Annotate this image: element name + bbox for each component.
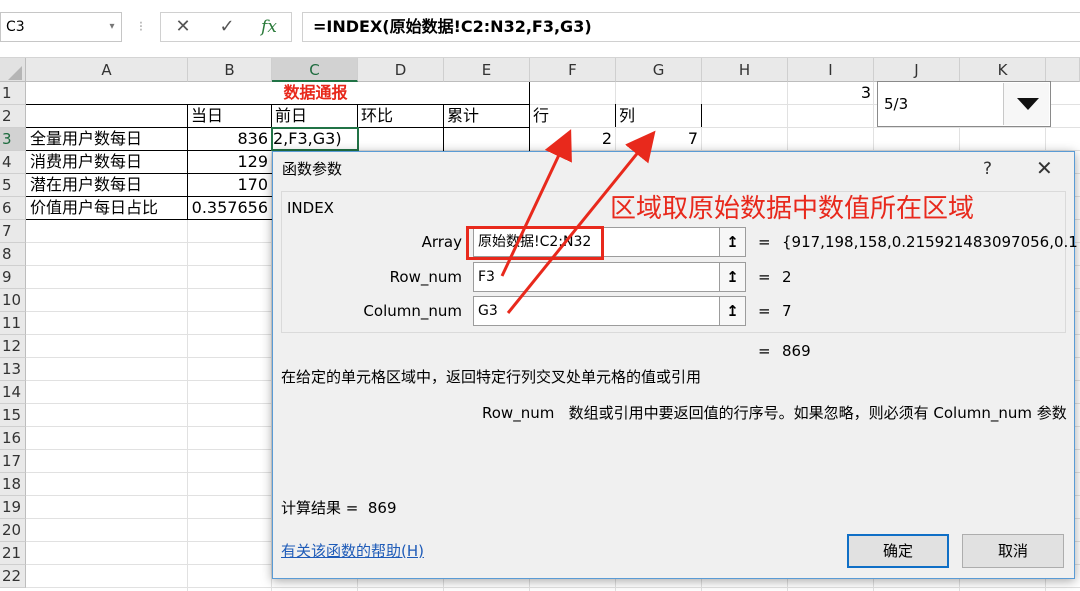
- argument-help: Row_num 数组或引用中要返回值的行序号。如果忽略，则必须有 Column_…: [482, 403, 1067, 423]
- cell-i1[interactable]: 3: [788, 82, 874, 104]
- calc-label: 计算结果 =: [281, 499, 359, 517]
- row-header-2[interactable]: 2: [0, 105, 26, 128]
- function-description: 在给定的单元格区域中，返回特定行列交叉处单元格的值或引用: [281, 368, 702, 386]
- cell-b2[interactable]: 当日: [188, 105, 271, 127]
- select-all-icon: [8, 66, 22, 80]
- cell-b3[interactable]: 836: [188, 128, 271, 150]
- column-header-c[interactable]: C: [272, 58, 358, 82]
- insert-function-icon[interactable]: fx: [249, 13, 289, 41]
- column-header-h[interactable]: H: [702, 58, 788, 82]
- row-header-13[interactable]: 13: [0, 358, 26, 381]
- column-num-collapse-icon[interactable]: ↥: [719, 296, 746, 326]
- confirm-entry-icon[interactable]: ✓: [207, 13, 247, 41]
- cell-c2[interactable]: 前日: [272, 105, 357, 127]
- table-border: [26, 219, 272, 220]
- row-header-15[interactable]: 15: [0, 404, 26, 427]
- row-num-result: 2: [782, 268, 792, 286]
- cell-b6[interactable]: 0.357656: [188, 197, 271, 219]
- argument-description: 数组或引用中要返回值的行序号。如果忽略，则必须有 Column_num 参数: [568, 404, 1067, 422]
- row-header-8[interactable]: 8: [0, 243, 26, 266]
- row-header-3[interactable]: 3: [0, 128, 26, 151]
- array-label: Array: [421, 233, 462, 251]
- column-num-input[interactable]: G3: [473, 296, 720, 326]
- column-header-d[interactable]: D: [358, 58, 444, 82]
- cell-e2[interactable]: 累计: [444, 105, 529, 127]
- cell-g2[interactable]: 列: [616, 105, 701, 127]
- row-header-19[interactable]: 19: [0, 496, 26, 519]
- column-header-i[interactable]: I: [788, 58, 874, 82]
- triangle-down-icon: [1017, 98, 1039, 110]
- row-header-12[interactable]: 12: [0, 335, 26, 358]
- ok-button[interactable]: 确定: [847, 534, 949, 568]
- formula-bar-separator: ⁝: [138, 19, 144, 35]
- row-num-label: Row_num: [389, 268, 462, 286]
- row-header-7[interactable]: 7: [0, 220, 26, 243]
- cell-f2[interactable]: 行: [530, 105, 615, 127]
- row-num-collapse-icon[interactable]: ↥: [719, 262, 746, 292]
- name-box-dropdown-icon[interactable]: ▾: [104, 12, 120, 42]
- column-header-e[interactable]: E: [444, 58, 530, 82]
- cell-d2[interactable]: 环比: [358, 105, 443, 127]
- gridline: [26, 587, 1080, 588]
- column-header-f[interactable]: F: [530, 58, 616, 82]
- equals-sign: =: [758, 268, 771, 286]
- row-header-4[interactable]: 4: [0, 151, 26, 174]
- column-header-k[interactable]: K: [960, 58, 1046, 82]
- formula-buttons: ✕ ✓ fx: [160, 12, 292, 42]
- function-help-link[interactable]: 有关该函数的帮助(H): [281, 541, 424, 561]
- active-cell-outline: [271, 127, 359, 151]
- row-header-16[interactable]: 16: [0, 427, 26, 450]
- cancel-button[interactable]: 取消: [962, 534, 1064, 568]
- cell-g3[interactable]: 7: [616, 128, 701, 150]
- column-num-label: Column_num: [363, 302, 462, 320]
- cell-a4[interactable]: 消费用户数每日: [27, 151, 187, 173]
- row-num-input[interactable]: F3: [473, 262, 720, 292]
- row-header-1[interactable]: 1: [0, 82, 26, 105]
- formula-input[interactable]: =INDEX(原始数据!C2:N32,F3,G3): [302, 12, 1080, 42]
- cell-b4[interactable]: 129: [188, 151, 271, 173]
- column-header-j[interactable]: J: [874, 58, 960, 82]
- close-icon[interactable]: ✕: [1036, 156, 1053, 180]
- cell-a5[interactable]: 潜在用户数每日: [27, 174, 187, 196]
- table-border: [701, 104, 702, 127]
- dialog-title: 函数参数: [282, 160, 343, 178]
- row-header-6[interactable]: 6: [0, 197, 26, 220]
- column-header-g[interactable]: G: [616, 58, 702, 82]
- formula-result: 869: [782, 342, 811, 360]
- array-highlight-box: [466, 226, 604, 260]
- cell-a6[interactable]: 价值用户每日占比: [27, 197, 187, 219]
- row-header-9[interactable]: 9: [0, 266, 26, 289]
- help-icon[interactable]: ?: [983, 158, 992, 180]
- calculation-result: 计算结果 = 869: [281, 498, 397, 518]
- column-header-b[interactable]: B: [188, 58, 272, 82]
- equals-sign: =: [758, 302, 771, 320]
- annotation-text: 区域取原始数据中数值所在区域: [610, 194, 975, 224]
- cell-a3[interactable]: 全量用户数每日: [27, 128, 187, 150]
- column-header-l[interactable]: [1046, 58, 1080, 82]
- row-header-20[interactable]: 20: [0, 519, 26, 542]
- argument-name: Row_num: [482, 404, 555, 422]
- calc-value: 869: [367, 499, 397, 517]
- equals-sign: =: [758, 233, 771, 251]
- array-result: {917,198,158,0.215921483097056,0.1: [782, 233, 1078, 251]
- equals-sign: =: [758, 342, 771, 360]
- row-header-21[interactable]: 21: [0, 542, 26, 565]
- date-dropdown-value: 5/3: [884, 95, 909, 113]
- function-name: INDEX: [287, 198, 334, 218]
- row-header-11[interactable]: 11: [0, 312, 26, 335]
- row-header-18[interactable]: 18: [0, 473, 26, 496]
- column-header-a[interactable]: A: [26, 58, 188, 82]
- row-header-17[interactable]: 17: [0, 450, 26, 473]
- row-header-10[interactable]: 10: [0, 289, 26, 312]
- array-collapse-icon[interactable]: ↥: [719, 227, 746, 257]
- row-header-14[interactable]: 14: [0, 381, 26, 404]
- column-num-result: 7: [782, 302, 792, 320]
- row-header-5[interactable]: 5: [0, 174, 26, 197]
- row-header-22[interactable]: 22: [0, 565, 26, 588]
- cancel-entry-icon[interactable]: ✕: [163, 13, 203, 41]
- cell-f3[interactable]: 2: [530, 128, 615, 150]
- cell-b5[interactable]: 170: [188, 174, 271, 196]
- report-title: 数据通报: [283, 83, 348, 102]
